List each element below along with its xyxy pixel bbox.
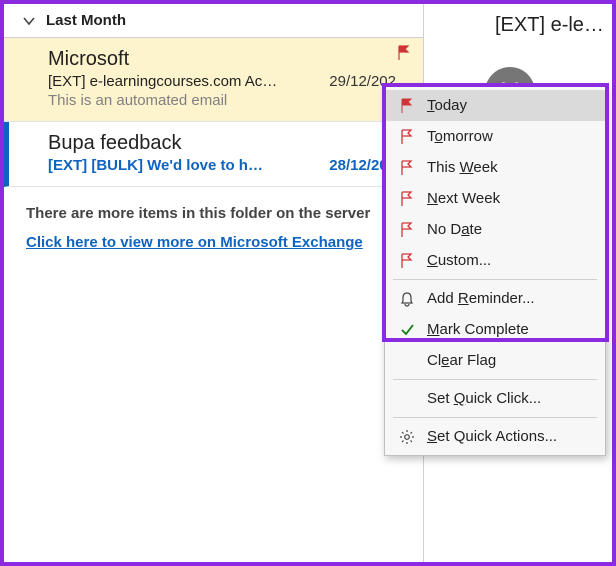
ctx-label: Today: [427, 97, 467, 114]
ctx-custom[interactable]: Custom...: [385, 245, 605, 276]
flag-icon: [395, 160, 419, 176]
ctx-label: Clear Flag: [427, 352, 496, 369]
ctx-label: Set Quick Actions...: [427, 428, 557, 445]
flag-icon: [395, 253, 419, 269]
bell-icon: [395, 291, 419, 307]
reading-subject: [EXT] e-le…: [495, 14, 602, 37]
email-item[interactable]: Bupa feedback [EXT] [BULK] We'd love to …: [4, 122, 423, 187]
flag-icon: [395, 98, 419, 114]
email-subject: [EXT] e-learningcourses.com Ac…: [48, 73, 277, 90]
ctx-label: Mark Complete: [427, 321, 529, 338]
folder-server-message: There are more items in this folder on t…: [4, 187, 423, 228]
section-title: Last Month: [46, 12, 126, 29]
ctx-label: Tomorrow: [427, 128, 493, 145]
menu-separator: [393, 379, 597, 380]
ctx-label: Add Reminder...: [427, 290, 535, 307]
email-sender: Microsoft: [48, 48, 129, 71]
flag-icon[interactable]: [395, 44, 413, 62]
ctx-next-week[interactable]: Next Week: [385, 183, 605, 214]
section-header-last-month[interactable]: Last Month: [4, 4, 423, 38]
ctx-label: No Date: [427, 221, 482, 238]
gear-icon: [395, 429, 419, 445]
ctx-set-quick-click[interactable]: Set Quick Click...: [385, 383, 605, 414]
ctx-label: Custom...: [427, 252, 491, 269]
email-item[interactable]: Microsoft [EXT] e-learningcourses.com Ac…: [4, 38, 423, 122]
ctx-label: Set Quick Click...: [427, 390, 541, 407]
email-sender: Bupa feedback: [48, 132, 181, 155]
chevron-down-icon: [22, 14, 36, 28]
flag-icon: [395, 129, 419, 145]
menu-separator: [393, 279, 597, 280]
view-more-link[interactable]: Click here to view more on Microsoft Exc…: [4, 228, 423, 257]
email-preview: This is an automated email: [48, 92, 411, 109]
email-subject: [EXT] [BULK] We'd love to h…: [48, 157, 263, 174]
ctx-mark-complete[interactable]: Mark Complete: [385, 314, 605, 345]
ctx-no-date[interactable]: No Date: [385, 214, 605, 245]
menu-separator: [393, 417, 597, 418]
ctx-tomorrow[interactable]: Tomorrow: [385, 121, 605, 152]
ctx-label: This Week: [427, 159, 498, 176]
check-icon: [395, 322, 419, 338]
ctx-add-reminder[interactable]: Add Reminder...: [385, 283, 605, 314]
ctx-set-quick-actions[interactable]: Set Quick Actions...: [385, 421, 605, 452]
flag-icon: [395, 222, 419, 238]
ctx-this-week[interactable]: This Week: [385, 152, 605, 183]
ctx-clear-flag[interactable]: Clear Flag: [385, 345, 605, 376]
flag-context-menu: Today Tomorrow This Week Next Week No Da…: [384, 86, 606, 456]
ctx-today[interactable]: Today: [385, 90, 605, 121]
email-list-pane: Last Month Microsoft [EXT] e-learningcou…: [4, 4, 424, 562]
ctx-label: Next Week: [427, 190, 500, 207]
flag-icon: [395, 191, 419, 207]
